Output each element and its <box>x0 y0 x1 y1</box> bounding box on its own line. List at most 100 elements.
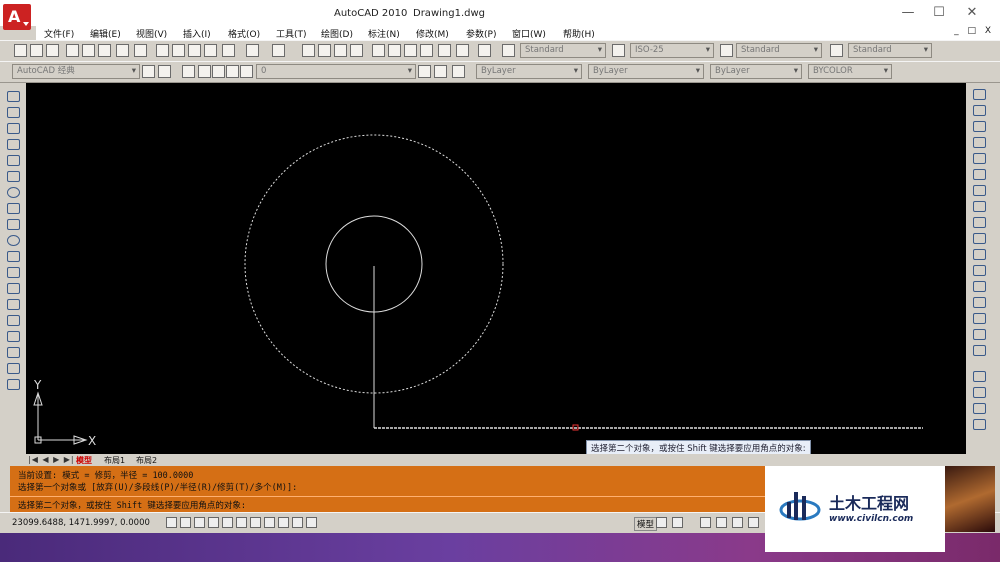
block-editor-icon[interactable] <box>222 44 235 57</box>
sheet-set-icon[interactable] <box>134 44 147 57</box>
match-properties-icon[interactable] <box>204 44 217 57</box>
table-style-select[interactable]: Standard <box>736 43 822 58</box>
bring-above-icon[interactable] <box>973 419 986 430</box>
multileader-style-select[interactable]: Standard <box>848 43 932 58</box>
polar-tracking-icon[interactable] <box>208 517 219 528</box>
new-icon[interactable] <box>14 44 27 57</box>
zoom-window-icon[interactable] <box>334 44 347 57</box>
menu-tools[interactable]: 工具(T) <box>276 27 307 40</box>
tool-palettes-icon[interactable] <box>404 44 417 57</box>
menu-parametric[interactable]: 参数(P) <box>466 27 496 40</box>
menu-window[interactable]: 窗口(W) <box>512 27 546 40</box>
dynamic-ucs-icon[interactable] <box>250 517 261 528</box>
tab-navigation-arrows[interactable]: |◀ ◀ ▶ ▶| <box>28 455 75 464</box>
menu-dimension[interactable]: 标注(N) <box>368 27 400 40</box>
erase-icon[interactable] <box>973 89 986 100</box>
quick-view-drawings-icon[interactable] <box>672 517 683 528</box>
3d-dwf-icon[interactable] <box>116 44 129 57</box>
dim-style-icon[interactable] <box>612 44 625 57</box>
print-icon[interactable] <box>66 44 79 57</box>
layer-properties-icon[interactable] <box>182 65 195 78</box>
object-snap-tracking-icon[interactable] <box>236 517 247 528</box>
arc-icon[interactable] <box>7 171 20 182</box>
application-menu-button[interactable]: A <box>3 4 31 30</box>
rectangle-icon[interactable] <box>7 155 20 166</box>
save-icon[interactable] <box>46 44 59 57</box>
point-icon[interactable] <box>7 299 20 310</box>
menu-file[interactable]: 文件(F) <box>44 27 74 40</box>
stretch-icon[interactable] <box>973 217 986 228</box>
selection-cycling-icon[interactable] <box>306 517 317 528</box>
model-space-button[interactable]: 模型 <box>634 517 658 531</box>
text-style-icon[interactable] <box>502 44 515 57</box>
bring-front-icon[interactable] <box>973 387 986 398</box>
lineweight-display-icon[interactable] <box>278 517 289 528</box>
ellipse-icon[interactable] <box>7 235 20 246</box>
ortho-mode-icon[interactable] <box>194 517 205 528</box>
make-block-icon[interactable] <box>7 283 20 294</box>
rotate-icon[interactable] <box>973 185 986 196</box>
spline-icon[interactable] <box>7 219 20 230</box>
zoom-previous-icon[interactable] <box>350 44 363 57</box>
pan-icon[interactable] <box>302 44 315 57</box>
menu-insert[interactable]: 插入(I) <box>183 27 211 40</box>
close-button[interactable]: ✕ <box>962 4 982 22</box>
fillet-icon[interactable] <box>973 329 986 340</box>
steering-wheel-icon[interactable] <box>732 517 743 528</box>
polyline-icon[interactable] <box>7 123 20 134</box>
gradient-icon[interactable] <box>7 331 20 342</box>
construction-line-icon[interactable] <box>7 107 20 118</box>
make-current-layer-icon[interactable] <box>418 65 431 78</box>
line-icon[interactable] <box>7 91 20 102</box>
open-icon[interactable] <box>30 44 43 57</box>
mirror-icon[interactable] <box>973 121 986 132</box>
layer-freeze-icon[interactable] <box>212 65 225 78</box>
dim-style-select[interactable]: ISO-25 <box>630 43 714 58</box>
layer-color-icon[interactable] <box>240 65 253 78</box>
workspace-select[interactable]: AutoCAD 经典 <box>12 64 140 79</box>
menu-help[interactable]: 帮助(H) <box>563 27 595 40</box>
snap-mode-icon[interactable] <box>166 517 177 528</box>
draw-order-icon[interactable] <box>973 371 986 382</box>
hatch-icon[interactable] <box>7 315 20 326</box>
minimize-button[interactable]: — <box>898 4 918 22</box>
break-icon[interactable] <box>973 281 986 292</box>
menu-modify[interactable]: 修改(M) <box>416 27 449 40</box>
table-style-icon[interactable] <box>720 44 733 57</box>
workspace-settings-icon[interactable] <box>142 65 155 78</box>
sheet-set-manager-icon[interactable] <box>420 44 433 57</box>
cut-icon[interactable] <box>156 44 169 57</box>
command-window[interactable]: 当前设置: 模式 = 修剪，半径 = 100.0000 选择第一个对象或 [放弃… <box>10 466 770 512</box>
break-at-point-icon[interactable] <box>973 265 986 276</box>
scale-icon[interactable] <box>973 201 986 212</box>
copy-object-icon[interactable] <box>973 105 986 116</box>
copy-icon[interactable] <box>172 44 185 57</box>
dynamic-input-icon[interactable] <box>264 517 275 528</box>
trim-icon[interactable] <box>973 233 986 244</box>
quick-view-layouts-icon[interactable] <box>656 517 667 528</box>
tab-layout1[interactable]: 布局1 <box>104 455 125 466</box>
multiline-text-icon[interactable] <box>7 379 20 390</box>
menu-format[interactable]: 格式(O) <box>228 27 260 40</box>
zoom-realtime-icon[interactable] <box>318 44 331 57</box>
table-icon[interactable] <box>7 363 20 374</box>
region-icon[interactable] <box>7 347 20 358</box>
quick-properties-icon[interactable] <box>292 517 303 528</box>
menu-view[interactable]: 视图(V) <box>136 27 167 40</box>
tab-model[interactable]: 模型 <box>76 455 92 466</box>
layer-lock-icon[interactable] <box>226 65 239 78</box>
maximize-button[interactable]: ☐ <box>929 4 949 22</box>
publish-icon[interactable] <box>98 44 111 57</box>
customize-icon[interactable] <box>158 65 171 78</box>
offset-icon[interactable] <box>973 137 986 148</box>
markup-icon[interactable] <box>438 44 451 57</box>
send-back-icon[interactable] <box>973 403 986 414</box>
layer-previous-icon[interactable] <box>434 65 447 78</box>
plotstyle-select[interactable]: BYCOLOR <box>808 64 892 79</box>
lineweight-select[interactable]: ByLayer <box>710 64 802 79</box>
revision-cloud-icon[interactable] <box>7 203 20 214</box>
multileader-style-icon[interactable] <box>830 44 843 57</box>
circle-icon[interactable] <box>7 187 20 198</box>
tab-layout2[interactable]: 布局2 <box>136 455 157 466</box>
paste-icon[interactable] <box>188 44 201 57</box>
